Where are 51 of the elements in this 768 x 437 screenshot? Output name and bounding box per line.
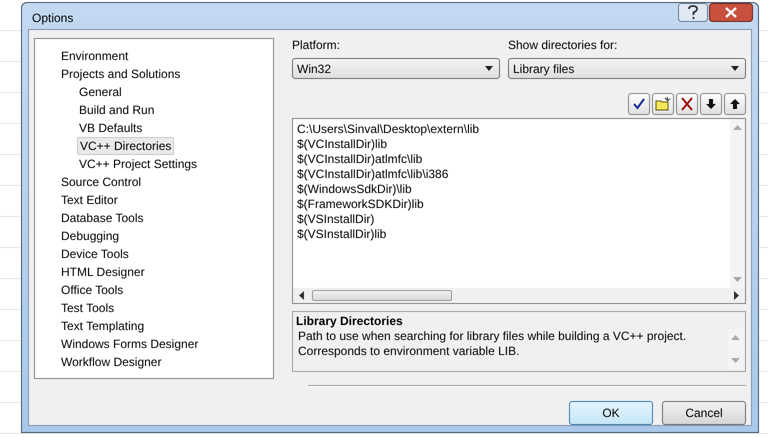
tree-item[interactable]: General <box>77 84 124 100</box>
tree-item[interactable]: Device Tools <box>59 246 131 262</box>
tree-item[interactable]: VC++ Directories <box>77 137 174 155</box>
scroll-thumb[interactable] <box>312 290 452 301</box>
move-down-button[interactable] <box>700 93 722 115</box>
directory-item[interactable]: $(VCInstallDir)atlmfc\lib <box>297 152 730 167</box>
horizontal-scrollbar[interactable] <box>293 288 745 303</box>
delete-button[interactable] <box>676 93 698 115</box>
directory-item[interactable]: $(FrameworkSDKDir)lib <box>297 197 730 212</box>
directory-item[interactable]: C:\Users\Sinval\Desktop\extern\lib <box>297 122 730 137</box>
move-up-button[interactable] <box>724 93 746 115</box>
directory-item[interactable]: $(VCInstallDir)lib <box>297 137 730 152</box>
tree-item[interactable]: Environment <box>59 48 130 64</box>
tree-item[interactable]: HTML Designer <box>59 264 147 280</box>
window-title: Options <box>32 11 74 25</box>
tree-item[interactable]: Database Tools <box>59 210 146 226</box>
tree-item[interactable]: Projects and Solutions <box>59 66 182 82</box>
scroll-right-arrow-icon[interactable] <box>734 291 739 300</box>
new-folder-button[interactable] <box>652 93 674 115</box>
directory-item[interactable]: $(VSInstallDir) <box>297 212 730 227</box>
tree-item[interactable]: Debugging <box>59 228 122 244</box>
help-icon[interactable] <box>678 3 708 22</box>
tree-item[interactable]: VB Defaults <box>77 120 144 136</box>
platform-dropdown[interactable]: Win32 <box>292 58 500 79</box>
tree-item[interactable]: Source Control <box>59 174 144 190</box>
cancel-button[interactable]: Cancel <box>662 401 746 425</box>
tree-item[interactable]: Workflow Designer <box>59 354 164 370</box>
close-icon[interactable] <box>709 3 753 22</box>
tree-item[interactable]: Build and Run <box>77 102 156 118</box>
folder-icon <box>655 96 671 112</box>
tree-item[interactable]: Office Tools <box>59 282 126 298</box>
dropdown-arrow-icon <box>485 66 493 71</box>
show-directories-label: Show directories for: <box>508 38 618 52</box>
check-icon <box>631 96 647 112</box>
check-button[interactable] <box>628 93 650 115</box>
tree-item[interactable]: VC++ Project Settings <box>77 156 200 172</box>
tree-item[interactable]: Test Tools <box>59 300 116 316</box>
tree-item[interactable]: Text Editor <box>59 192 120 208</box>
platform-label: Platform: <box>292 38 342 52</box>
directory-item[interactable]: $(VCInstallDir)atlmfc\lib\i386 <box>297 167 730 182</box>
directory-item[interactable]: $(WindowsSdkDir)\lib <box>297 182 730 197</box>
show-directories-dropdown[interactable]: Library files <box>508 58 746 79</box>
directory-item[interactable]: $(VSInstallDir)lib <box>297 227 730 242</box>
description-text: Path to use when searching for library files while building a VC++ project. Corresponds to environment variable LIB. <box>297 329 688 360</box>
tree-item[interactable]: Text Templating <box>59 318 146 334</box>
dropdown-arrow-icon <box>731 66 739 71</box>
description-title: Library Directories <box>296 314 404 329</box>
scroll-left-arrow-icon[interactable] <box>299 291 304 300</box>
cross-icon <box>679 96 695 112</box>
tree-item[interactable]: Windows Forms Designer <box>59 336 200 352</box>
ok-button[interactable]: OK <box>569 401 653 425</box>
